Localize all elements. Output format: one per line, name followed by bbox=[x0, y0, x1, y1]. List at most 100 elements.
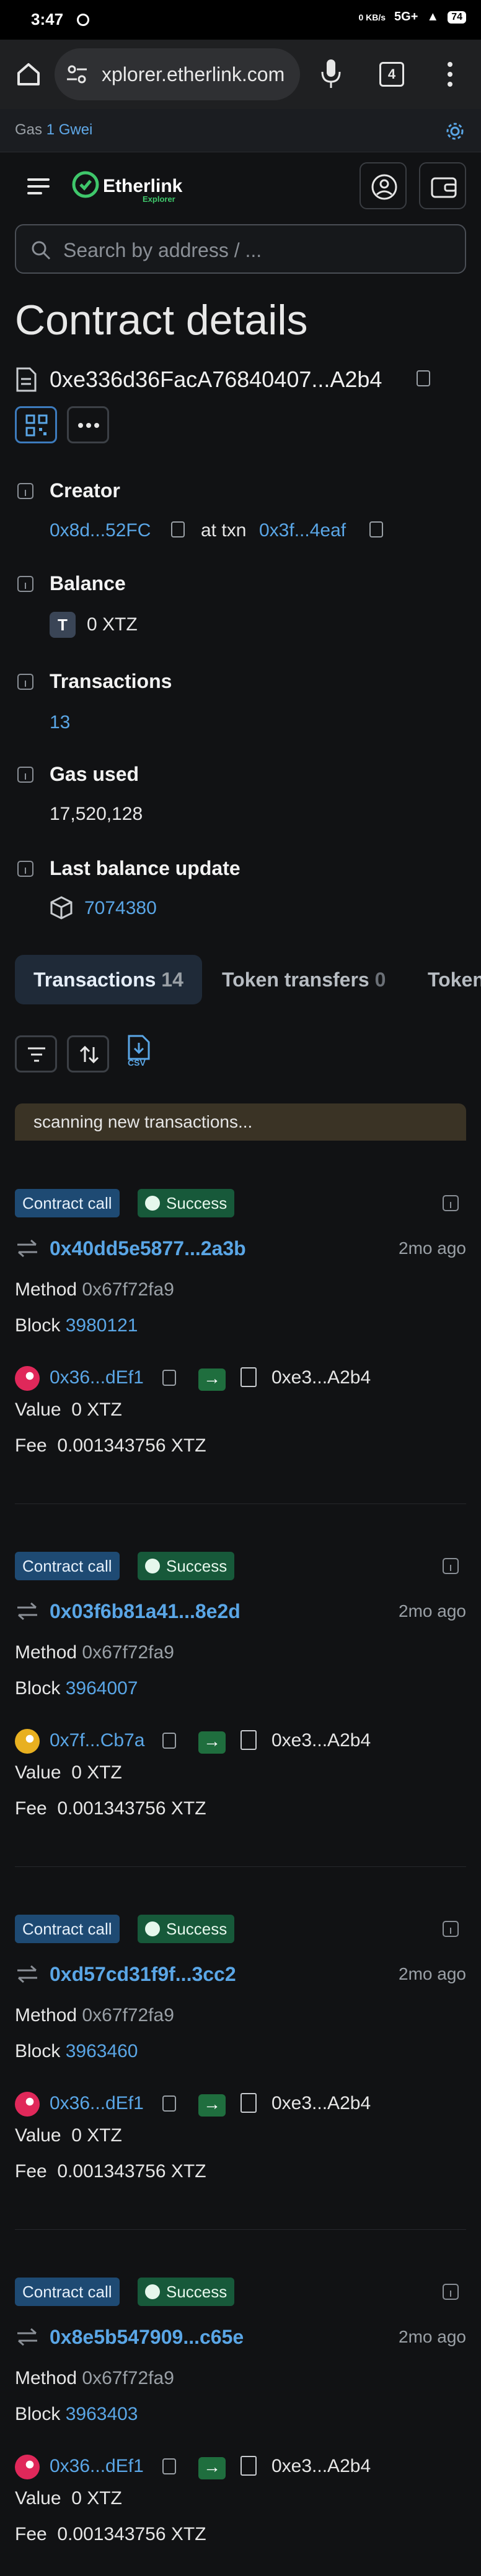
tx-status-badge: Success bbox=[138, 1915, 235, 1943]
page-title: Contract details bbox=[15, 297, 308, 344]
etherlink-logo-icon[interactable] bbox=[72, 171, 99, 198]
gas-used-value: 17,520,128 bbox=[50, 804, 143, 824]
last-balance-block-link[interactable]: 7074380 bbox=[84, 898, 157, 919]
tx-value-label: Value bbox=[15, 1762, 61, 1783]
tx-value-label: Value bbox=[15, 2125, 61, 2146]
tx-hash-link[interactable]: 0x03f6b81a41...8e2d bbox=[50, 1600, 240, 1623]
copy-icon[interactable] bbox=[162, 1370, 176, 1386]
tx-block-link[interactable]: 3963403 bbox=[66, 2404, 138, 2424]
url-bar[interactable]: xplorer.etherlink.com bbox=[55, 48, 300, 100]
tx-from-link[interactable]: 0x7f...Cb7a bbox=[50, 1730, 144, 1751]
tx-fee-label: Fee bbox=[15, 1798, 47, 1819]
gear-icon[interactable] bbox=[445, 121, 465, 141]
info-icon[interactable] bbox=[443, 2284, 459, 2300]
more-menu-icon[interactable] bbox=[444, 61, 456, 88]
info-icon[interactable] bbox=[17, 483, 33, 499]
creator-txn-link[interactable]: 0x3f...4eaf bbox=[259, 520, 346, 541]
tx-value-label: Value bbox=[15, 2488, 61, 2509]
copy-icon[interactable] bbox=[162, 2458, 176, 2474]
signal-label: 5G+ bbox=[394, 10, 418, 24]
tx-method-label: Method bbox=[15, 2368, 77, 2388]
tab-token[interactable]: Token bbox=[428, 968, 481, 991]
info-icon[interactable] bbox=[17, 767, 33, 783]
more-actions-button[interactable] bbox=[67, 406, 109, 443]
transfer-arrows-icon bbox=[17, 1602, 37, 1621]
filter-button[interactable] bbox=[15, 1035, 57, 1073]
qr-code-button[interactable] bbox=[15, 406, 57, 443]
direction-arrow-icon bbox=[198, 1368, 226, 1391]
tx-status-badge: Success bbox=[138, 2278, 235, 2306]
wallet-button[interactable] bbox=[419, 162, 466, 209]
copy-icon[interactable] bbox=[162, 1733, 176, 1749]
info-icon[interactable] bbox=[443, 1921, 459, 1937]
microphone-icon[interactable] bbox=[320, 58, 342, 89]
creator-label: Creator bbox=[50, 479, 120, 502]
tx-fee: 0.001343756 XTZ bbox=[57, 1798, 206, 1819]
info-icon[interactable] bbox=[443, 1195, 459, 1211]
transactions-count-link[interactable]: 13 bbox=[50, 712, 70, 733]
info-icon[interactable] bbox=[17, 861, 33, 877]
search-input[interactable]: Search by address / ... bbox=[15, 224, 466, 274]
signal-icon: ▲ bbox=[426, 10, 439, 24]
tx-method-label: Method bbox=[15, 1642, 77, 1663]
balance-value: 0 XTZ bbox=[87, 614, 138, 635]
csv-label[interactable]: CSV bbox=[128, 1058, 146, 1068]
from-avatar bbox=[15, 2092, 40, 2117]
tx-to-address: 0xe3...A2b4 bbox=[271, 1367, 371, 1388]
profile-button[interactable] bbox=[360, 162, 407, 209]
info-icon[interactable] bbox=[443, 1558, 459, 1574]
contract-document-icon bbox=[16, 367, 37, 392]
tx-block-link[interactable]: 3964007 bbox=[66, 1678, 138, 1699]
gas-used-label: Gas used bbox=[50, 763, 139, 785]
check-circle-icon bbox=[145, 1196, 160, 1211]
tx-hash-link[interactable]: 0x8e5b547909...c65e bbox=[50, 2326, 244, 2349]
tx-hash-link[interactable]: 0x40dd5e5877...2a3b bbox=[50, 1237, 246, 1260]
tx-from-link[interactable]: 0x36...dEf1 bbox=[50, 2456, 144, 2477]
tx-method-label: Method bbox=[15, 2005, 77, 2026]
tx-method-value: 0x67f72fa9 bbox=[82, 2005, 174, 2026]
tx-block-link[interactable]: 3963460 bbox=[66, 2041, 138, 2061]
from-avatar bbox=[15, 1729, 40, 1754]
copy-icon[interactable] bbox=[171, 521, 185, 537]
info-icon[interactable] bbox=[17, 674, 33, 690]
creator-address-link[interactable]: 0x8d...52FC bbox=[50, 520, 151, 541]
gas-value[interactable]: 1 Gwei bbox=[46, 121, 93, 138]
tx-method-value: 0x67f72fa9 bbox=[82, 1642, 174, 1663]
tx-value: 0 XTZ bbox=[71, 2488, 122, 2509]
sort-button[interactable] bbox=[67, 1035, 109, 1073]
tx-hash-link[interactable]: 0xd57cd31f9f...3cc2 bbox=[50, 1963, 236, 1986]
tx-value-label: Value bbox=[15, 1399, 61, 1420]
tx-from-link[interactable]: 0x36...dEf1 bbox=[50, 2093, 144, 2114]
contract-document-icon bbox=[240, 2456, 257, 2476]
tab-token-transfers[interactable]: Token transfers 0 bbox=[222, 968, 386, 991]
tx-method-label: Method bbox=[15, 1279, 77, 1300]
tab-switcher-button[interactable]: 4 bbox=[379, 62, 404, 87]
tx-from-link[interactable]: 0x36...dEf1 bbox=[50, 1367, 144, 1388]
tx-fee: 0.001343756 XTZ bbox=[57, 1435, 206, 1456]
hamburger-menu-icon[interactable] bbox=[27, 177, 50, 196]
tx-block-link[interactable]: 3980121 bbox=[66, 1315, 138, 1336]
copy-icon[interactable] bbox=[369, 521, 383, 537]
info-icon[interactable] bbox=[17, 576, 33, 592]
copy-icon[interactable] bbox=[417, 370, 430, 386]
tx-fee: 0.001343756 XTZ bbox=[57, 2524, 206, 2544]
search-icon bbox=[32, 241, 51, 260]
tx-method-value: 0x67f72fa9 bbox=[82, 1279, 174, 1300]
tx-type-badge: Contract call bbox=[15, 1915, 120, 1943]
tx-age: 2mo ago bbox=[399, 1964, 466, 1983]
tab-transactions-label: Transactions bbox=[33, 968, 156, 991]
battery-icon: 74 bbox=[448, 11, 466, 24]
check-circle-icon bbox=[145, 2284, 160, 2299]
logo-text[interactable]: Etherlink bbox=[103, 176, 182, 197]
check-circle-icon bbox=[145, 1921, 160, 1936]
notification-icon bbox=[77, 14, 89, 26]
tx-age: 2mo ago bbox=[399, 1238, 466, 1258]
from-avatar bbox=[15, 1366, 40, 1391]
home-icon[interactable] bbox=[15, 61, 42, 88]
tx-to-address: 0xe3...A2b4 bbox=[271, 2456, 371, 2476]
filter-icon bbox=[28, 1047, 45, 1062]
site-settings-icon[interactable] bbox=[64, 62, 89, 87]
transfer-arrows-icon bbox=[17, 1965, 37, 1983]
copy-icon[interactable] bbox=[162, 2095, 176, 2112]
logo-subtext: Explorer bbox=[143, 194, 175, 204]
